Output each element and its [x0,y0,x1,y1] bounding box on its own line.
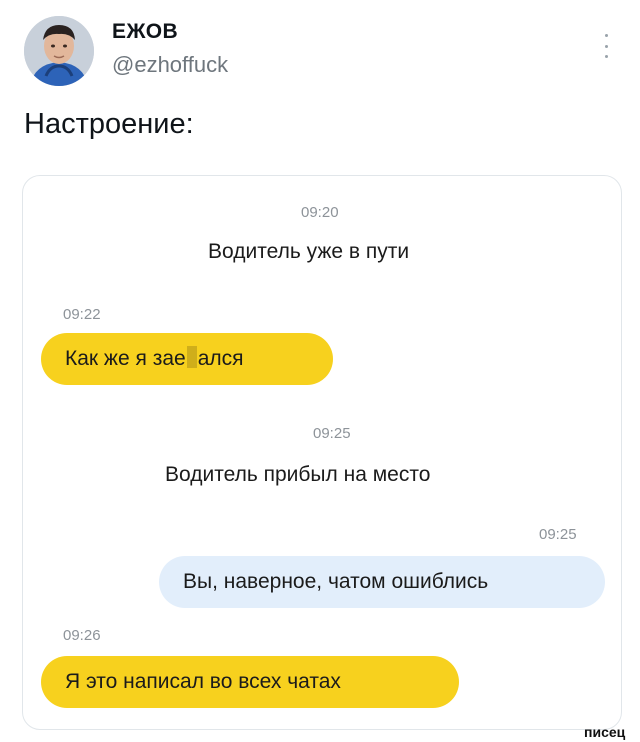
message-timestamp: 09:26 [63,627,101,644]
message-timestamp: 09:22 [63,306,101,323]
message-timestamp: 09:25 [313,425,351,442]
message-timestamp: 09:25 [539,526,577,543]
vertical-dots-icon [604,34,608,37]
system-message: Водитель прибыл на место [165,463,431,486]
incoming-bubble: Я это написал во всех чатах [41,656,459,708]
message-timestamp: 09:20 [301,204,339,221]
media-card[interactable]: 09:20 Водитель уже в пути 09:22 Как же я… [22,175,622,730]
avatar[interactable] [24,16,94,86]
author-name[interactable]: ЕЖОВ [112,20,178,44]
tweet-text: Настроение: [24,108,194,140]
incoming-bubble: Как же я зае ался [41,333,333,385]
user-avatar-icon [24,16,94,86]
system-message: Водитель уже в пути [208,240,410,263]
more-button[interactable] [598,32,614,60]
censor-mark [186,346,197,368]
message-text: Как же я зае [65,347,186,370]
vertical-dots-icon [604,55,608,58]
message-text: ался [197,347,244,370]
author-handle[interactable]: @ezhoffuck [112,52,228,78]
message-text: Вы, наверное, чатом ошиблись [183,570,489,593]
message-text: Я это написал во всех чатах [65,670,341,693]
outgoing-bubble: Вы, наверное, чатом ошиблись [159,556,605,608]
watermark: писец [584,724,626,740]
vertical-dots-icon [604,44,608,48]
chat-screenshot: 09:20 Водитель уже в пути 09:22 Как же я… [23,176,621,729]
